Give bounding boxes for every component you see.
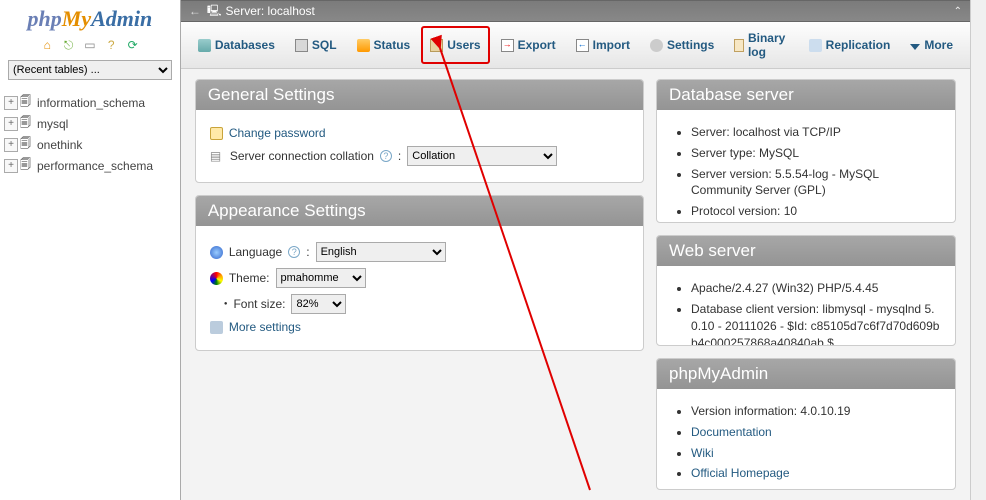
- theme-select[interactable]: pmahomme: [276, 268, 366, 288]
- collapse-panel-icon[interactable]: ⌃: [954, 6, 962, 17]
- card-title: phpMyAdmin: [657, 359, 955, 389]
- tab-sql[interactable]: SQL: [286, 26, 346, 64]
- palette-icon: [210, 272, 223, 285]
- collation-select[interactable]: Collation: [407, 146, 557, 166]
- reload-icon[interactable]: ⟳: [126, 38, 140, 52]
- expand-icon[interactable]: +: [4, 117, 18, 131]
- web-server-card: Web server Apache/2.4.27 (Win32) PHP/5.4…: [656, 235, 956, 346]
- tab-status[interactable]: Status: [348, 26, 420, 64]
- db-name: performance_schema: [37, 159, 153, 173]
- more-settings-link[interactable]: More settings: [229, 320, 301, 334]
- tab-more[interactable]: More: [901, 26, 962, 64]
- tab-export[interactable]: Export: [492, 26, 565, 64]
- tab-import[interactable]: Import: [567, 26, 639, 64]
- change-password-link[interactable]: Change password: [229, 126, 326, 140]
- phpmyadmin-card: phpMyAdmin Version information: 4.0.10.1…: [656, 358, 956, 490]
- database-icon: 🗐: [20, 135, 34, 154]
- card-title: General Settings: [196, 80, 643, 110]
- binary-log-icon: [734, 39, 744, 52]
- home-icon[interactable]: ⌂: [40, 38, 54, 52]
- language-label: Language: [229, 245, 282, 259]
- import-icon: [576, 39, 589, 52]
- server-icon: 🖳: [207, 2, 222, 21]
- logo-my: My: [62, 6, 91, 31]
- server-label: Server: localhost: [226, 4, 315, 18]
- databases-icon: [198, 39, 211, 52]
- settings-icon: [650, 39, 663, 52]
- sql-icon: [295, 39, 308, 52]
- db-name: mysql: [37, 117, 68, 131]
- logout-icon[interactable]: ⎋: [62, 38, 76, 52]
- key-icon: [210, 127, 223, 140]
- appearance-settings-card: Appearance Settings Language ? : English…: [195, 195, 644, 351]
- sidebar: phpMyAdmin ⌂ ⎋ ▭ ? ⟳ (Recent tables) ...…: [0, 0, 180, 500]
- language-select[interactable]: English: [316, 242, 446, 262]
- info-item: Version information: 4.0.10.19: [691, 403, 941, 420]
- db-tree-item[interactable]: + 🗐 performance_schema: [4, 155, 176, 176]
- collapse-left-icon[interactable]: ←: [189, 4, 201, 18]
- database-icon: 🗐: [20, 114, 34, 133]
- tab-settings[interactable]: Settings: [641, 26, 723, 64]
- card-title: Database server: [657, 80, 955, 110]
- collation-label: Server connection collation: [230, 149, 374, 163]
- help-icon[interactable]: ?: [380, 150, 392, 162]
- database-tree: + 🗐 information_schema + 🗐 mysql + 🗐 one…: [4, 92, 176, 176]
- doc-link[interactable]: Documentation: [691, 425, 772, 439]
- info-item: Server version: 5.5.54-log - MySQL Commu…: [691, 166, 941, 200]
- font-size-label: Font size:: [233, 297, 285, 311]
- db-tree-item[interactable]: + 🗐 information_schema: [4, 92, 176, 113]
- wiki-link[interactable]: Wiki: [691, 446, 714, 460]
- content: General Settings Change password ▤ Serve…: [181, 69, 970, 500]
- db-name: information_schema: [37, 96, 145, 110]
- card-title: Appearance Settings: [196, 196, 643, 226]
- homepage-link[interactable]: Official Homepage: [691, 466, 790, 480]
- collation-icon: ▤: [210, 149, 224, 163]
- logo[interactable]: phpMyAdmin: [0, 2, 180, 34]
- users-icon: [430, 39, 443, 52]
- top-tabs: Databases SQL Status Users Export Import…: [181, 22, 970, 69]
- content-left: General Settings Change password ▤ Serve…: [195, 79, 644, 490]
- main: ← 🖳 Server: localhost ⌃ Databases SQL St…: [180, 0, 970, 500]
- logo-php: php: [28, 6, 62, 31]
- database-server-card: Database server Server: localhost via TC…: [656, 79, 956, 223]
- tab-databases[interactable]: Databases: [189, 26, 284, 64]
- database-icon: 🗐: [20, 156, 34, 175]
- recent-tables: (Recent tables) ...: [8, 60, 172, 80]
- docs-icon[interactable]: ?: [104, 38, 118, 52]
- status-icon: [357, 39, 370, 52]
- content-right: Database server Server: localhost via TC…: [656, 79, 956, 490]
- expand-icon[interactable]: +: [4, 159, 18, 173]
- db-tree-item[interactable]: + 🗐 onethink: [4, 134, 176, 155]
- db-tree-item[interactable]: + 🗐 mysql: [4, 113, 176, 134]
- export-icon: [501, 39, 514, 52]
- info-item: Apache/2.4.27 (Win32) PHP/5.4.45: [691, 280, 941, 297]
- vertical-scrollbar[interactable]: [970, 0, 986, 500]
- card-title: Web server: [657, 236, 955, 266]
- expand-icon[interactable]: +: [4, 138, 18, 152]
- recent-tables-select[interactable]: (Recent tables) ...: [8, 60, 172, 80]
- tab-replication[interactable]: Replication: [800, 26, 900, 64]
- tab-binary-log[interactable]: Binary log: [725, 26, 797, 64]
- database-icon: 🗐: [20, 93, 34, 112]
- info-item: Server type: MySQL: [691, 145, 941, 162]
- help-icon[interactable]: ?: [288, 246, 300, 258]
- globe-icon: [210, 246, 223, 259]
- info-item: Server: localhost via TCP/IP: [691, 124, 941, 141]
- replication-icon: [809, 39, 822, 52]
- logo-admin: Admin: [91, 6, 152, 31]
- wrench-icon: [210, 321, 223, 334]
- theme-label: Theme:: [229, 271, 270, 285]
- info-item: Database client version: libmysql - mysq…: [691, 301, 941, 346]
- sql-icon[interactable]: ▭: [83, 38, 97, 52]
- info-item: Protocol version: 10: [691, 203, 941, 220]
- tab-users[interactable]: Users: [421, 26, 489, 64]
- chevron-down-icon: [910, 44, 920, 50]
- font-size-select[interactable]: 82%: [291, 294, 346, 314]
- server-bar: ← 🖳 Server: localhost ⌃: [181, 0, 970, 22]
- quick-icons: ⌂ ⎋ ▭ ? ⟳: [0, 34, 180, 56]
- contribute-link[interactable]: Contribute: [691, 487, 746, 490]
- expand-icon[interactable]: +: [4, 96, 18, 110]
- general-settings-card: General Settings Change password ▤ Serve…: [195, 79, 644, 183]
- db-name: onethink: [37, 138, 82, 152]
